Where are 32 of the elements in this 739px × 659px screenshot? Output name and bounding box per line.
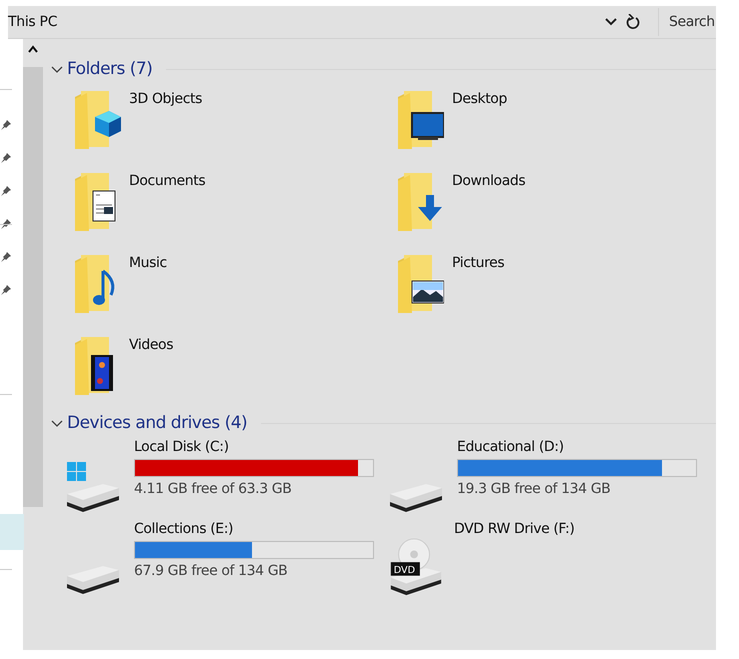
hard-drive-icon [389,483,443,513]
refresh-icon [626,14,640,30]
folder-name[interactable]: Documents [129,173,206,189]
address-path[interactable]: This PC [8,14,600,30]
nav-highlight [0,514,24,550]
folder-name[interactable]: 3D Objects [129,91,202,107]
pin-icon [0,185,12,197]
search-field[interactable]: Search [658,8,716,36]
folder-name[interactable]: Desktop [452,91,507,107]
drive-name[interactable]: Educational (D:) [457,439,564,455]
hard-drive-icon [66,565,120,595]
scrollbar-thumb[interactable] [23,67,43,507]
pin-icon [0,218,12,230]
folder-name[interactable]: Music [129,255,167,271]
drive-name[interactable]: DVD RW Drive (F:) [454,521,574,537]
pin-icon [0,119,12,131]
hard-drive-icon [66,461,120,513]
pin-icon [0,251,12,263]
free-space-text: 67.9 GB free of 134 GB [134,563,288,579]
chevron-down-icon [605,18,617,26]
free-space-text: 4.11 GB free of 63.3 GB [134,481,292,497]
section-header[interactable]: Folders (7) [67,59,152,79]
folder-name[interactable]: Downloads [452,173,526,189]
folder-name[interactable]: Pictures [452,255,504,271]
free-space-text: 19.3 GB free of 134 GB [457,481,610,497]
pin-icon [0,152,12,164]
drive-name[interactable]: Collections (E:) [134,521,234,537]
pin-icon [0,284,12,296]
folder-name[interactable]: Videos [129,337,174,353]
scroll-up-icon [28,45,38,53]
section-header[interactable]: Devices and drives (4) [67,413,248,433]
drive-name[interactable]: Local Disk (C:) [134,439,229,455]
